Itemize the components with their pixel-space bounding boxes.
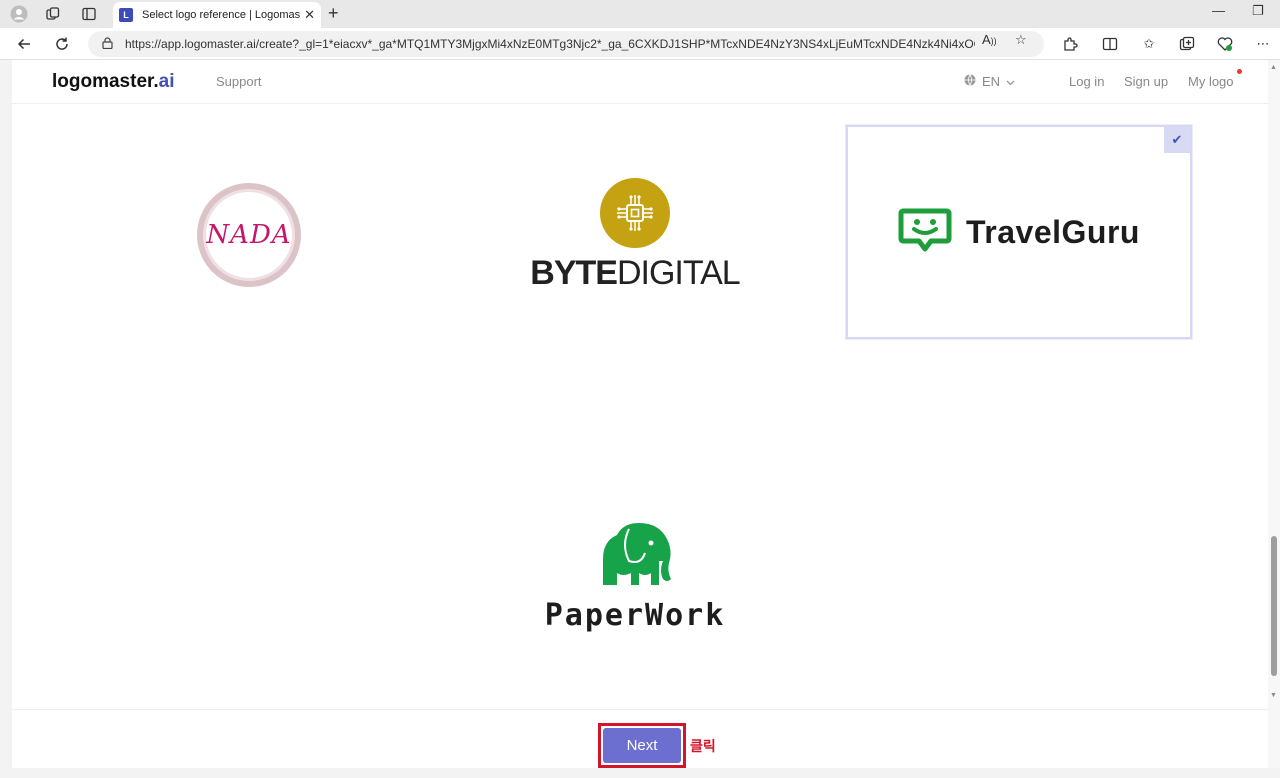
back-icon[interactable] xyxy=(14,34,34,54)
url-text: https://app.logomaster.ai/create?_gl=1*e… xyxy=(125,37,975,51)
split-screen-icon[interactable] xyxy=(1101,35,1119,53)
close-tab-icon[interactable]: ✕ xyxy=(304,7,315,23)
scrollbar[interactable]: ▲ ▼ xyxy=(1268,60,1280,768)
paperwork-logo-text: PaperWork xyxy=(544,598,726,633)
click-annotation: 클릭 xyxy=(690,738,716,754)
collections-icon[interactable] xyxy=(1178,35,1196,53)
signup-link[interactable]: Sign up xyxy=(1124,74,1168,89)
favorites-icon[interactable]: ✩ xyxy=(1140,35,1158,53)
brand-logo[interactable]: logomaster.ai xyxy=(52,71,175,93)
support-link[interactable]: Support xyxy=(216,74,262,89)
mylogo-link[interactable]: My logo xyxy=(1188,74,1234,89)
more-options-icon[interactable]: ⋯ xyxy=(1254,35,1272,53)
chat-bubble-smile-icon xyxy=(898,207,952,258)
minimize-icon[interactable]: — xyxy=(1212,3,1225,18)
nada-logo-text: NADA xyxy=(206,220,292,250)
logo-card-bytedigital[interactable]: BYTEDIGITAL xyxy=(462,128,808,342)
tab-logomaster[interactable]: L Select logo reference | Logomaster ✕ xyxy=(113,2,321,28)
footer-bar: Next 클릭 xyxy=(12,709,1268,768)
extensions-icon[interactable] xyxy=(1061,35,1079,53)
scroll-up-icon[interactable]: ▲ xyxy=(1270,64,1277,71)
nada-ring-graphic: NADA xyxy=(197,183,301,287)
tab-actions-icon[interactable] xyxy=(80,5,98,23)
scroll-down-icon[interactable]: ▼ xyxy=(1270,692,1277,699)
browser-essentials-icon[interactable] xyxy=(1216,35,1234,53)
checkmark-icon: ✔ xyxy=(1164,127,1190,153)
logo-card-travelguru[interactable]: ✔ TravelGuru xyxy=(846,125,1192,339)
elephant-icon xyxy=(597,521,673,592)
login-link[interactable]: Log in xyxy=(1069,74,1104,89)
browser-tab-bar: L Select logo reference | Logomaster ✕ +… xyxy=(0,0,1280,28)
tab-favicon: L xyxy=(119,8,133,22)
new-tab-icon[interactable]: + xyxy=(328,3,339,24)
notification-dot xyxy=(1237,69,1242,74)
lock-icon[interactable] xyxy=(102,36,113,52)
logo-card-paperwork[interactable]: PaperWork xyxy=(462,470,808,684)
profile-icon[interactable] xyxy=(10,5,28,23)
brand-ai: ai xyxy=(158,71,175,92)
tab-title: Select logo reference | Logomaster xyxy=(142,9,301,21)
logo-card-nada[interactable]: NADA xyxy=(76,128,422,342)
byte-text-light: DIGITAL xyxy=(616,253,741,292)
address-toolbar: https://app.logomaster.ai/create?_gl=1*e… xyxy=(0,28,1280,60)
site-header: logomaster.ai Support EN Log in Sign up … xyxy=(12,60,1268,104)
read-aloud-icon[interactable]: A)) xyxy=(982,32,997,47)
address-field[interactable]: https://app.logomaster.ai/create?_gl=1*e… xyxy=(88,31,1044,57)
byte-text-bold: BYTE xyxy=(530,253,618,292)
page-viewport: logomaster.ai Support EN Log in Sign up … xyxy=(12,60,1280,768)
favorite-star-icon[interactable]: ☆ xyxy=(1015,32,1027,48)
chip-icon xyxy=(599,177,670,248)
globe-icon xyxy=(964,74,976,89)
travelguru-logo-text: TravelGuru xyxy=(966,213,1140,250)
language-selector[interactable]: EN xyxy=(964,74,1015,89)
next-button[interactable]: Next xyxy=(603,728,681,763)
refresh-icon[interactable] xyxy=(52,34,72,54)
brand-main: logomaster. xyxy=(52,71,159,92)
workspaces-icon[interactable] xyxy=(44,5,62,23)
language-label: EN xyxy=(982,74,1001,89)
chevron-down-icon xyxy=(1006,74,1015,89)
bytedigital-logo-text: BYTEDIGITAL xyxy=(530,253,741,293)
scroll-thumb[interactable] xyxy=(1271,536,1277,676)
restore-icon[interactable]: ❐ xyxy=(1252,3,1264,19)
